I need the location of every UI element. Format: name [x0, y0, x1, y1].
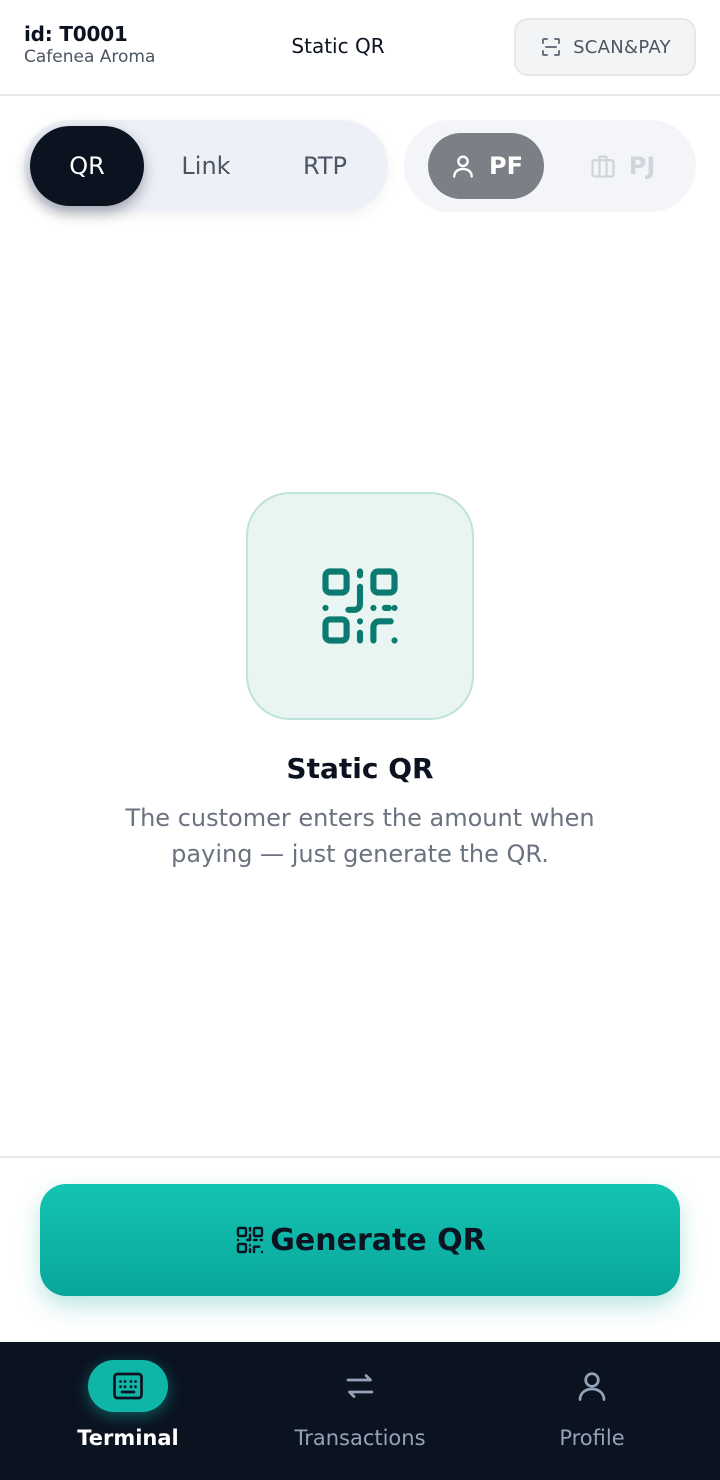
entity-type-switch: PF PJ — [404, 120, 696, 212]
person-icon — [578, 1372, 606, 1401]
person-icon — [453, 155, 473, 178]
tab-pf[interactable]: PF — [428, 133, 544, 199]
swap-arrows-icon — [346, 1374, 374, 1398]
nav-profile-icon-wrap — [552, 1360, 632, 1412]
section-title: Static QR — [286, 752, 434, 785]
section-description: The customer enters the amount when payi… — [125, 804, 595, 868]
tab-pf-label: PF — [489, 152, 523, 180]
qr-code-icon — [237, 1226, 264, 1254]
tab-pj-label: PJ — [628, 152, 656, 180]
payment-mode-switch: QR Link RTP — [24, 120, 388, 212]
qr-code-icon — [322, 568, 398, 644]
scan-and-pay-button[interactable]: SCAN&PAY — [514, 18, 696, 76]
nav-terminal-icon-pill — [88, 1360, 168, 1412]
generate-qr-button[interactable]: Generate QR — [40, 1184, 680, 1296]
nav-transactions-icon-wrap — [320, 1360, 400, 1412]
generate-qr-label: Generate QR — [270, 1222, 486, 1258]
scan-frame-icon — [542, 38, 561, 56]
top-header: id: T0001 Cafenea Aroma Static QR SCAN&P… — [0, 0, 720, 96]
nav-terminal-label: Terminal — [77, 1426, 179, 1450]
app-screen: id: T0001 Cafenea Aroma Static QR SCAN&P… — [0, 0, 720, 1480]
nav-item-terminal[interactable]: Terminal — [8, 1342, 248, 1480]
action-bar: Generate QR — [0, 1156, 720, 1342]
tab-link[interactable]: Link — [148, 126, 264, 206]
nav-item-profile[interactable]: Profile — [472, 1342, 712, 1480]
bottom-navigation: Terminal Transactions Profile — [0, 1342, 720, 1480]
keypad-icon — [113, 1372, 143, 1400]
nav-transactions-label: Transactions — [294, 1426, 426, 1450]
nav-profile-label: Profile — [559, 1426, 625, 1450]
nav-item-transactions[interactable]: Transactions — [240, 1342, 480, 1480]
tab-qr[interactable]: QR — [30, 126, 144, 206]
static-qr-tile — [246, 492, 474, 720]
briefcase-icon — [591, 155, 615, 178]
tab-pj[interactable]: PJ — [564, 133, 680, 199]
tab-rtp[interactable]: RTP — [268, 126, 382, 206]
scan-and-pay-label: SCAN&PAY — [573, 36, 671, 58]
